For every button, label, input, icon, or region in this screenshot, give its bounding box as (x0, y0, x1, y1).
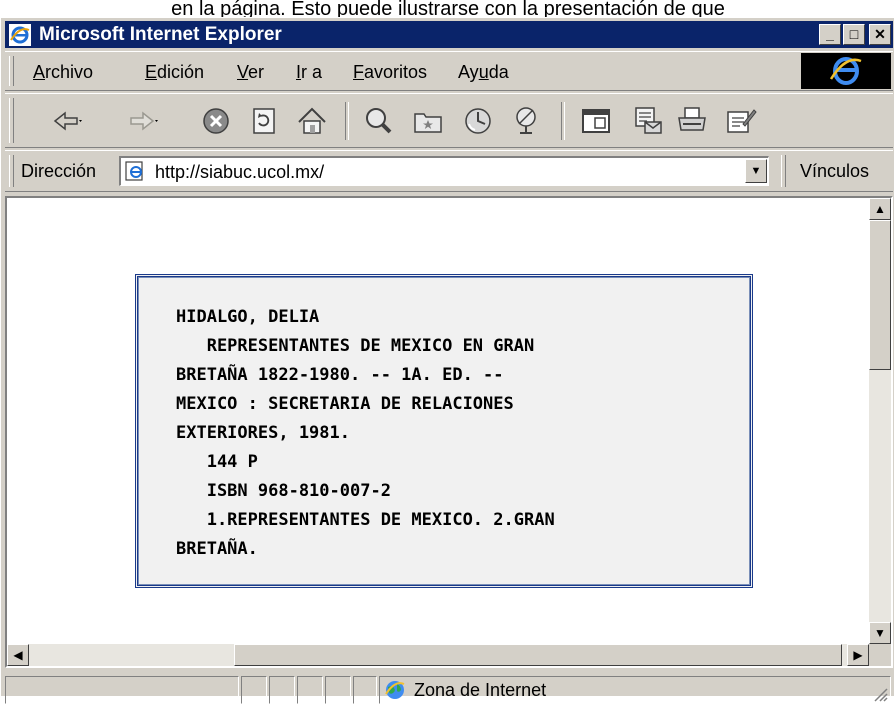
menu-archivo[interactable]: Archivo (33, 62, 93, 82)
menu-favoritos[interactable]: Favoritos (353, 62, 427, 82)
menu-ir-a[interactable]: Ir a (296, 62, 322, 82)
stop-icon (203, 108, 229, 134)
status-panel (297, 676, 323, 704)
stop-button[interactable] (199, 104, 233, 138)
home-button[interactable] (295, 104, 329, 138)
scroll-right-button[interactable]: ▶ (847, 644, 869, 666)
channels-button[interactable] (509, 104, 543, 138)
address-bar: Dirección http://siabuc.ucol.mx/ ▼ Víncu… (5, 150, 893, 192)
record-line: EXTERIORES, 1981. (176, 423, 350, 443)
minimize-icon: _ (826, 26, 834, 42)
record-line: REPRESENTANTES DE MEXICO EN GRAN (176, 336, 535, 356)
back-icon (53, 111, 82, 131)
history-button[interactable] (461, 104, 495, 138)
internet-zone-icon (385, 681, 405, 699)
maximize-icon: □ (849, 26, 859, 42)
title-bar[interactable]: Microsoft Internet Explorer _ □ ✕ (5, 21, 893, 48)
refresh-icon (253, 108, 275, 134)
record-line: BRETAÑA. (176, 539, 258, 559)
address-grip[interactable] (9, 155, 14, 187)
menu-edicion[interactable]: Edición (145, 62, 204, 82)
status-panel (325, 676, 351, 704)
ie-logo-icon (829, 57, 862, 85)
toolbar-separator (345, 102, 349, 140)
home-icon (298, 107, 326, 134)
toolbar-separator (561, 102, 565, 140)
ie-app-icon (9, 24, 31, 46)
content-area: HIDALGO, DELIA REPRESENTANTES DE MEXICO … (5, 196, 893, 668)
arrow-down-icon: ▼ (874, 626, 886, 640)
record-line: MEXICO : SECRETARIA DE RELACIONES (176, 394, 514, 414)
vertical-scrollbar[interactable]: ▲ ▼ (869, 198, 891, 644)
refresh-button[interactable] (247, 104, 281, 138)
horizontal-scroll-thumb[interactable] (234, 644, 842, 666)
window-title: Microsoft Internet Explorer (39, 24, 282, 45)
standard-toolbar (5, 93, 893, 148)
fullscreen-button[interactable] (579, 104, 613, 138)
resize-grip-icon[interactable] (872, 686, 888, 702)
print-icon (678, 107, 706, 131)
record-line: BRETAÑA 1822-1980. -- 1A. ED. -- (176, 365, 504, 385)
address-dropdown-button[interactable]: ▼ (745, 159, 767, 183)
forward-icon (130, 111, 158, 131)
maximize-button[interactable]: □ (843, 24, 865, 45)
security-zone-panel[interactable]: Zona de Internet (379, 676, 891, 704)
record-line: 1.REPRESENTANTES DE MEXICO. 2.GRAN (176, 510, 555, 530)
menu-ayuda[interactable]: Ayuda (458, 62, 509, 82)
minimize-button[interactable]: _ (819, 24, 841, 45)
catalog-record-card: HIDALGO, DELIA REPRESENTANTES DE MEXICO … (135, 274, 753, 588)
favorites-icon (414, 113, 442, 133)
arrow-right-icon: ▶ (853, 648, 863, 662)
history-icon (465, 108, 491, 134)
mail-button[interactable] (631, 104, 665, 138)
search-button[interactable] (361, 104, 395, 138)
scroll-down-button[interactable]: ▼ (869, 622, 891, 644)
security-zone-label: Zona de Internet (414, 680, 547, 700)
mail-icon (635, 107, 662, 134)
chevron-down-icon: ▼ (750, 165, 762, 177)
record-line: ISBN 968-810-007-2 (176, 481, 391, 501)
links-grip[interactable] (781, 155, 786, 187)
browser-window: Microsoft Internet Explorer _ □ ✕ Archiv… (0, 17, 894, 704)
links-button[interactable]: Vínculos (800, 161, 869, 181)
arrow-up-icon: ▲ (874, 202, 886, 216)
edit-button[interactable] (723, 104, 757, 138)
arrow-left-icon: ◀ (13, 648, 23, 662)
scrollbar-corner (869, 644, 891, 666)
favorites-button[interactable] (411, 104, 445, 138)
status-panel (269, 676, 295, 704)
fullscreen-icon (582, 109, 610, 133)
ie-throbber (801, 53, 891, 89)
document-caption: en la página. Esto puede ilustrarse con … (171, 0, 725, 18)
page-icon (125, 161, 143, 181)
status-panel (353, 676, 377, 704)
status-bar: Zona de Internet (5, 674, 893, 708)
address-input[interactable]: http://siabuc.ucol.mx/ ▼ (119, 156, 769, 186)
edit-icon (727, 109, 757, 133)
address-label: Dirección (21, 161, 97, 181)
channels-icon (516, 107, 536, 134)
address-url: http://siabuc.ucol.mx/ (155, 162, 325, 182)
toolbar-grip[interactable] (9, 98, 14, 143)
menu-grip[interactable] (9, 56, 14, 86)
search-icon (366, 108, 392, 134)
print-button[interactable] (675, 104, 709, 138)
scroll-left-button[interactable]: ◀ (7, 644, 29, 666)
horizontal-scrollbar[interactable]: ◀ ▶ (7, 644, 869, 666)
record-line: 144 P (176, 452, 258, 472)
status-panel (241, 676, 267, 704)
record-line: HIDALGO, DELIA (176, 307, 320, 327)
back-button[interactable] (49, 104, 83, 138)
vertical-scroll-thumb[interactable] (869, 220, 891, 370)
status-text-panel (5, 676, 239, 704)
menu-bar: Archivo Edición Ver Ir a Favoritos Ayuda (5, 51, 893, 91)
forward-button[interactable] (125, 104, 159, 138)
scroll-up-button[interactable]: ▲ (869, 198, 891, 220)
close-icon: ✕ (874, 26, 886, 42)
menu-ver[interactable]: Ver (237, 62, 264, 82)
close-button[interactable]: ✕ (869, 24, 891, 45)
